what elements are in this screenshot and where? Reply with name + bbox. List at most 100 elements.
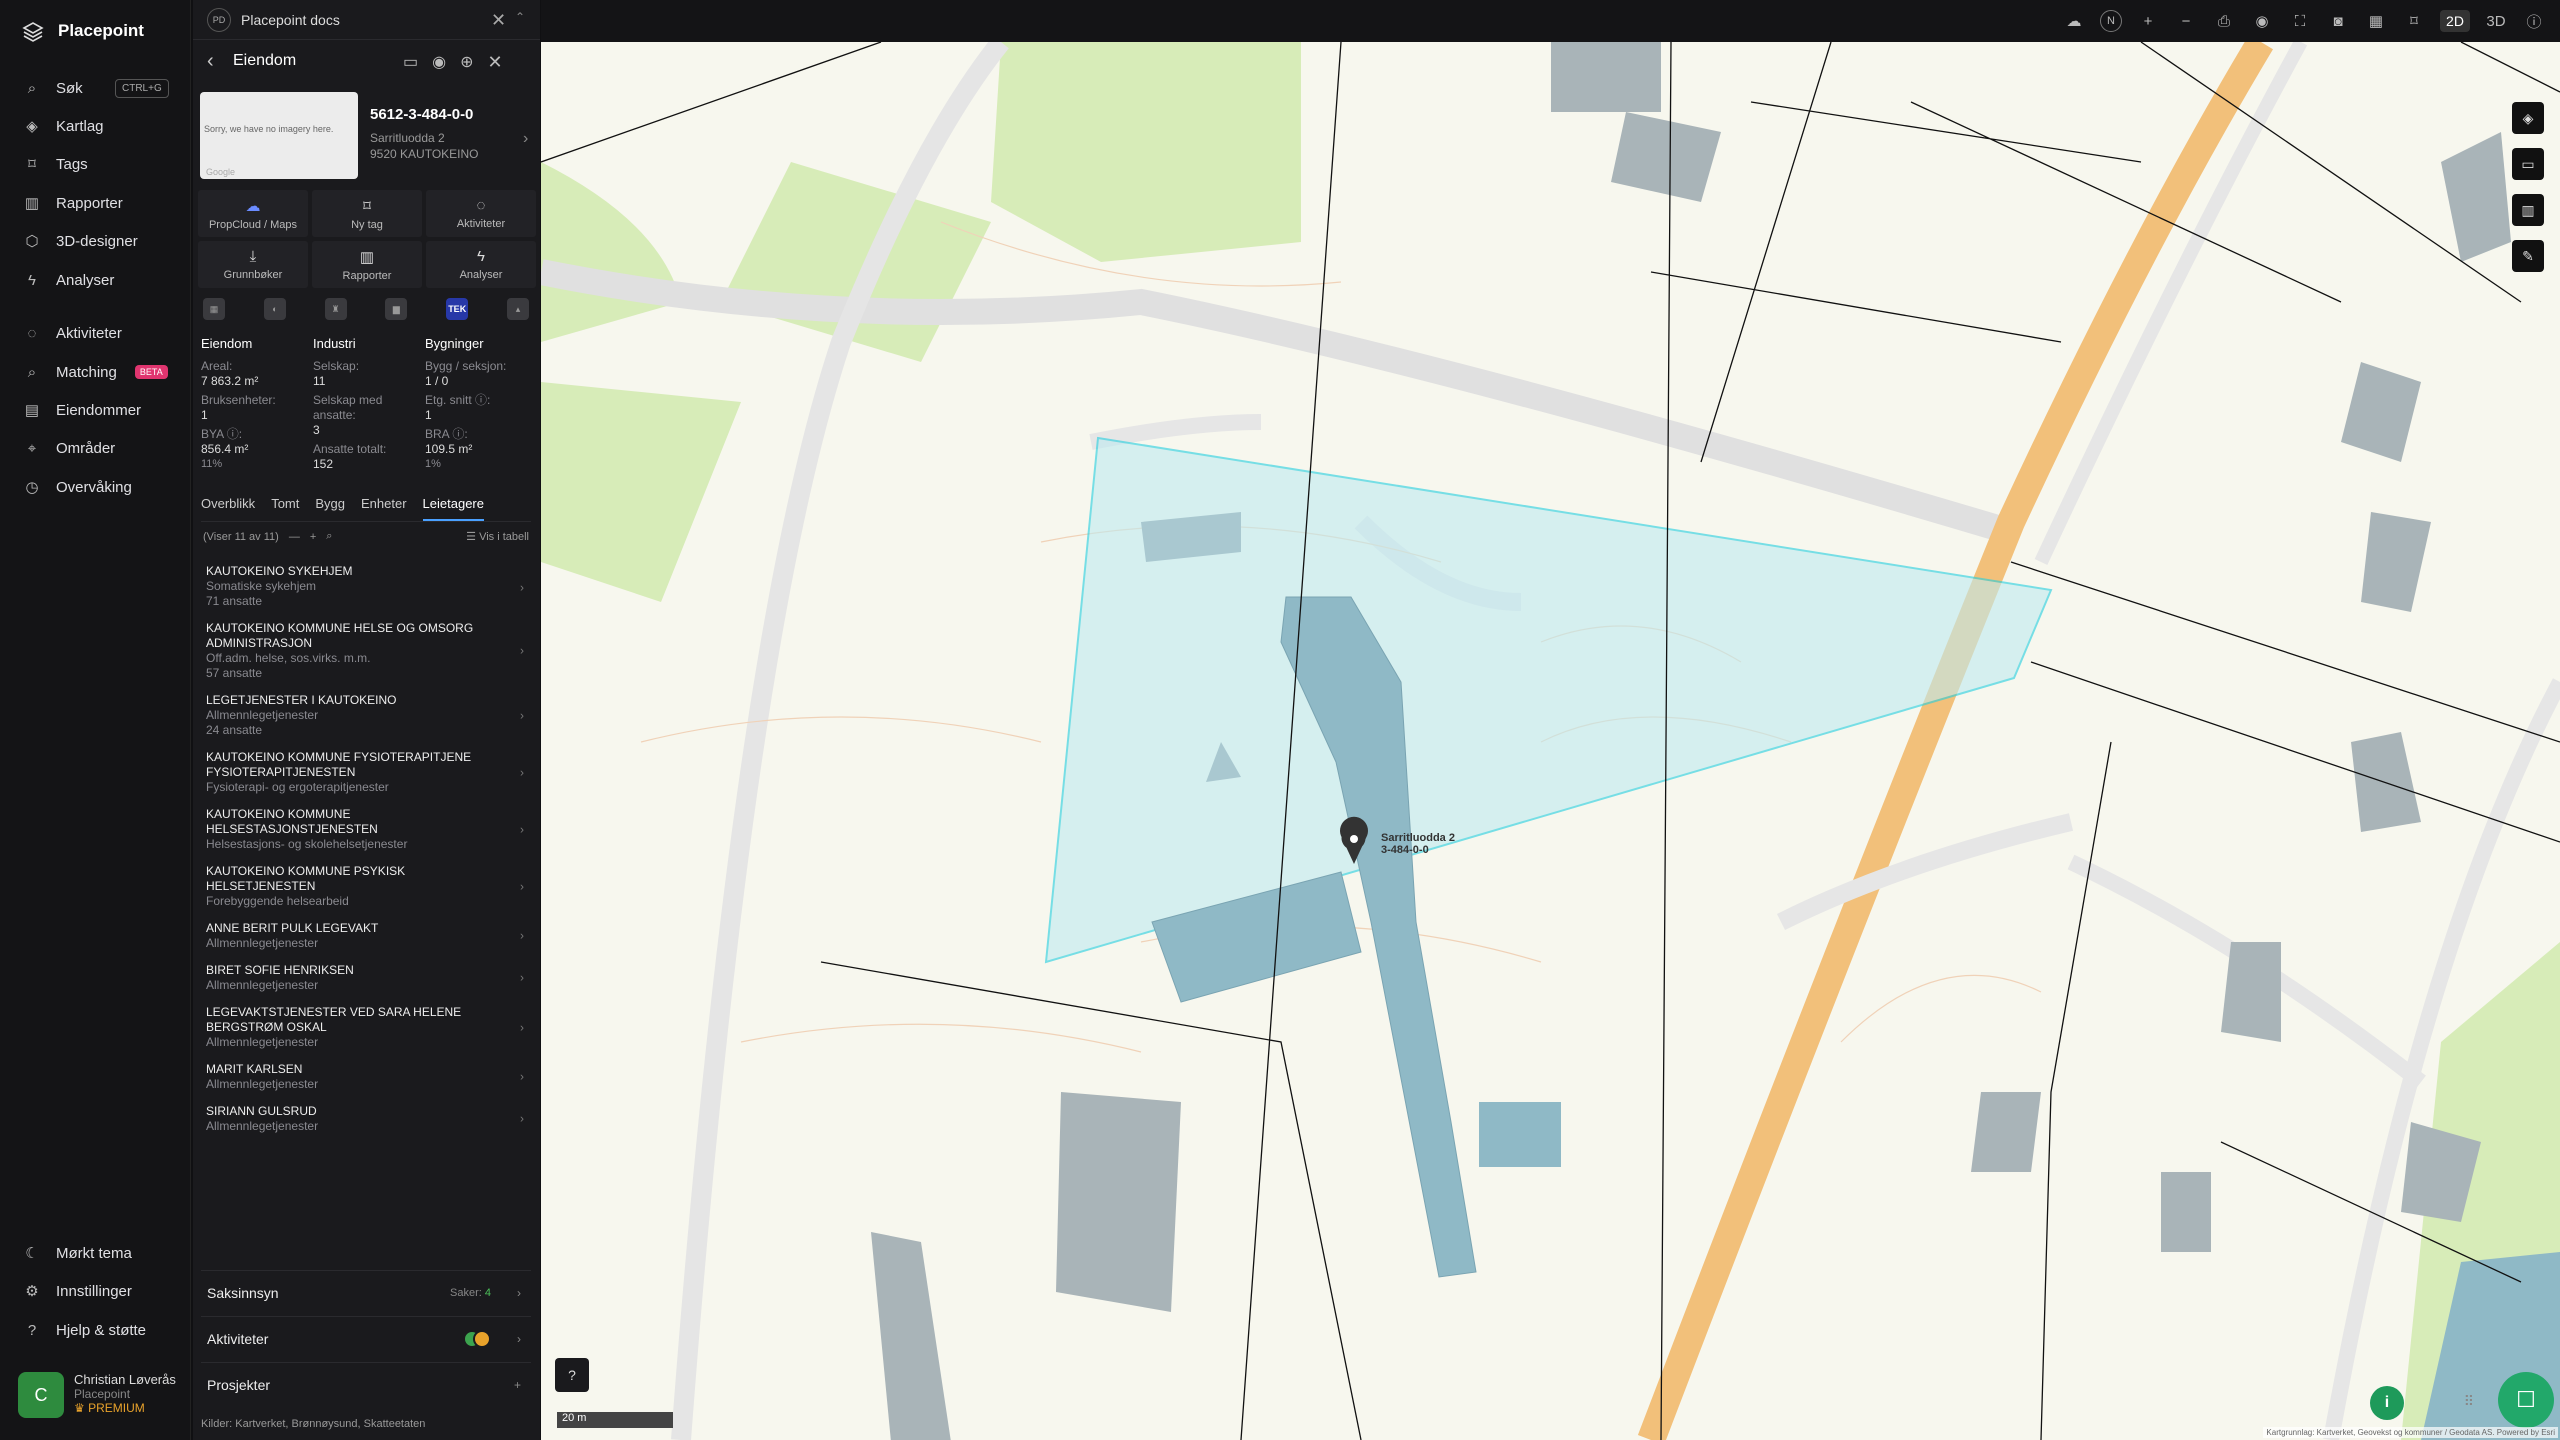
close-icon[interactable]: ✕ [491, 10, 506, 31]
nav-item-kartlag[interactable]: ◈ Kartlag [22, 114, 103, 138]
saksinnsyn-section[interactable]: Saksinnsyn Saker: 4 › [201, 1270, 531, 1314]
chevron-right-icon: › [520, 879, 524, 893]
mode-2d-button[interactable]: 2D [2440, 10, 2470, 32]
chart-icon: ▥ [359, 248, 375, 266]
source-kartverket-icon[interactable]: ▦ [203, 298, 225, 320]
close-panel-icon[interactable]: ✕ [488, 52, 503, 73]
nav-item-matching[interactable]: ⌕ Matching BETA [22, 360, 168, 384]
brand[interactable]: Placepoint [22, 20, 144, 42]
nav-item-3d-designer[interactable]: ⬡ 3D-designer [22, 229, 137, 253]
search-icon[interactable]: ⌕ [326, 530, 332, 543]
cloud-icon[interactable]: ☁ [2062, 12, 2086, 30]
source-brreg-icon[interactable]: ♜ [324, 298, 347, 320]
tenant-list: KAUTOKEINO SYKEHJEM Somatiske sykehjem 71 … [193, 560, 540, 1140]
bolt-icon: ϟ [28, 271, 36, 289]
propcloud-button[interactable]: ☁ PropCloud / Maps [198, 190, 308, 237]
prosjekter-section[interactable]: Prosjekter + [201, 1362, 531, 1406]
nav-item-rapporter[interactable]: ▥ Rapporter [22, 191, 123, 215]
activity-avatars [463, 1329, 491, 1348]
tab-bygg[interactable]: Bygg [315, 496, 345, 521]
chevron-right-icon: › [520, 928, 524, 943]
nav-item-overvaking[interactable]: ◷ Overvåking [22, 475, 131, 499]
source-globe-icon[interactable]: ◐ [263, 298, 286, 320]
info-icon[interactable]: i [2370, 1386, 2404, 1420]
list-item[interactable]: KAUTOKEINO KOMMUNE FYSIOTERAPITJENE FYSI… [193, 744, 540, 801]
plus-icon: + [513, 1377, 521, 1392]
main-nav: Placepoint ⌕ Søk CTRL+G ◈ Kartlag ⌑ Tags ▥ R… [0, 0, 191, 1440]
ruler-icon[interactable]: ▭ [2512, 148, 2544, 180]
id-card-icon[interactable]: ▭ [403, 52, 418, 73]
camera-icon[interactable]: ◙ [2326, 13, 2350, 30]
minus-icon[interactable]: — [289, 531, 300, 543]
chevron-right-icon[interactable]: › [523, 130, 528, 148]
new-tag-button[interactable]: ⌑ Ny tag [312, 190, 422, 237]
target-icon[interactable]: ⊕ [460, 52, 473, 73]
print-icon[interactable]: ⎙ [2212, 13, 2236, 30]
user-profile[interactable]: C Christian Løverås Placepoint ♛ PREMIUM [18, 1372, 176, 1418]
list-item[interactable]: SIRIANN GULSRUD Allmennlegetjenester › [193, 1098, 540, 1140]
draw-icon[interactable]: ✎ [2512, 240, 2544, 272]
aktiviteter-section[interactable]: Aktiviteter › [201, 1316, 531, 1360]
property-address: Sarritluodda 2 9520 KAUTOKEINO [370, 131, 479, 161]
zoom-in-icon[interactable]: + [2136, 13, 2160, 30]
nav-item-help[interactable]: ? Hjelp & støtte [22, 1318, 146, 1342]
chat-icon: ◌ [476, 197, 486, 214]
tab-overblikk[interactable]: Overblikk [201, 496, 255, 521]
property-thumbnail[interactable]: Sorry, we have no imagery here. Google [200, 92, 358, 179]
apps-icon[interactable]: ⠿ [2464, 1393, 2474, 1410]
list-item[interactable]: KAUTOKEINO KOMMUNE HELSESTASJONSTJENESTE… [193, 801, 540, 858]
analyses-button[interactable]: ϟ Analyser [426, 241, 536, 288]
fullscreen-icon[interactable]: ⛶ [2288, 13, 2312, 30]
source-more-icon[interactable]: ▴ [506, 298, 529, 320]
panel-title: Eiendom [233, 52, 297, 69]
nav-item-settings[interactable]: ⚙ Innstillinger [22, 1279, 132, 1303]
docs-bar[interactable]: PD Placepoint docs [193, 0, 540, 40]
dark-theme-toggle[interactable]: ☾ Mørkt tema [22, 1241, 132, 1265]
plus-icon[interactable]: + [310, 531, 316, 543]
list-item[interactable]: KAUTOKEINO KOMMUNE PSYKISK HELSETJENESTE… [193, 858, 540, 915]
panel-header: ‹ Eiendom ▭ ◉ ⊕ ✕ [193, 44, 540, 80]
tab-enheter[interactable]: Enheter [361, 496, 407, 521]
list-item[interactable]: LEGEVAKTSTJENESTER VED SARA HELENE BERGS… [193, 999, 540, 1056]
list-item[interactable]: KAUTOKEINO SYKEHJEM Somatiske sykehjem 71 … [193, 560, 540, 615]
nav-item-search[interactable]: ⌕ Søk [22, 76, 83, 100]
watch-icon: ◷ [25, 479, 39, 496]
mode-3d-button[interactable]: 3D [2484, 13, 2508, 30]
list-item[interactable]: BIRET SOFIE HENRIKSEN Allmennlegetjeneste… [193, 957, 540, 999]
map-canvas[interactable]: Sarritluodda 2 3-484-0-0 ◈ ▭ ▥ ✎ ? 20 m ⠿… [541, 42, 2560, 1440]
source-tek-icon[interactable]: TEK [446, 298, 469, 320]
reports-button[interactable]: ▥ Rapporter [312, 241, 422, 288]
list-item[interactable]: KAUTOKEINO KOMMUNE HELSE OG OMSORG ADMIN… [193, 615, 540, 687]
crown-icon: ♛ [74, 1401, 89, 1415]
list-item[interactable]: ANNE BERIT PULK LEGEVAKT Allmennlegetjene… [193, 915, 540, 957]
nav-item-omrader[interactable]: ⌖ Områder [22, 436, 115, 460]
back-arrow-icon[interactable]: ‹ [207, 50, 214, 73]
bookmark-icon[interactable]: ⌑ [2402, 12, 2426, 30]
chart-icon[interactable]: ▥ [2512, 194, 2544, 226]
eye-icon[interactable]: ◉ [432, 52, 446, 73]
activities-button[interactable]: ◌ Aktiviteter [426, 190, 536, 237]
nav-item-tags[interactable]: ⌑ Tags [22, 152, 88, 176]
source-stats-icon[interactable]: ▆ [385, 298, 408, 320]
nav-item-analyser[interactable]: ϟ Analyser [22, 268, 114, 292]
compass-icon[interactable]: N [2100, 10, 2122, 32]
grid-icon[interactable]: ▦ [2364, 12, 2388, 30]
table-view-button[interactable]: ☰ Vis i tabell [466, 530, 529, 543]
bolt-icon: ϟ [477, 248, 485, 265]
layers-icon[interactable]: ◈ [2512, 102, 2544, 134]
tab-leietagere[interactable]: Leietagere [422, 496, 484, 521]
expand-icon[interactable]: ⌃ [515, 10, 525, 24]
nav-item-eiendommer[interactable]: ▤ Eiendommer [22, 398, 141, 422]
chat-support-icon[interactable]: ☐ [2498, 1372, 2554, 1428]
tab-tomt[interactable]: Tomt [271, 496, 299, 521]
eye-icon[interactable]: ◉ [2250, 12, 2274, 30]
grunnboker-button[interactable]: ⤓ Grunnbøker [198, 241, 308, 288]
chevron-right-icon: › [520, 580, 524, 594]
list-item[interactable]: LEGETJENESTER I KAUTOKEINO Allmennlegetje… [193, 687, 540, 744]
chevron-right-icon: › [520, 970, 524, 985]
info-icon[interactable]: ⓘ [2522, 11, 2546, 32]
help-icon[interactable]: ? [555, 1358, 589, 1392]
list-item[interactable]: MARIT KARLSEN Allmennlegetjenester › [193, 1056, 540, 1098]
nav-item-aktiviteter[interactable]: ◌ Aktiviteter [22, 321, 122, 345]
zoom-out-icon[interactable]: − [2174, 13, 2198, 30]
